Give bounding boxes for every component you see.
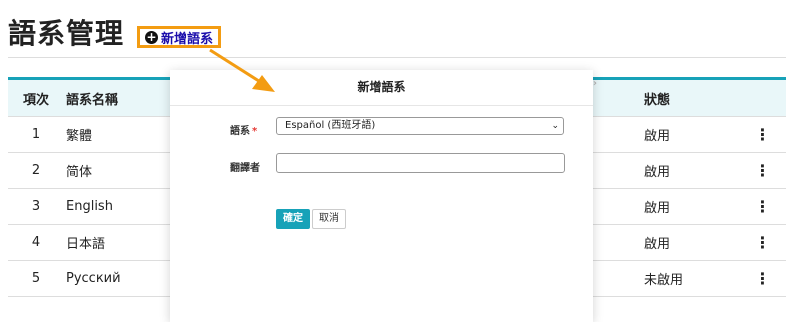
row-status: 啟用 bbox=[644, 188, 739, 225]
row-status: 啟用 bbox=[644, 116, 739, 153]
add-language-modal: 新增語系 › 語系 * Español (西班牙語) ⌄ 翻譯者 確定 取消 bbox=[170, 70, 597, 322]
language-field-label: 語系 * bbox=[230, 122, 257, 137]
close-icon[interactable]: › bbox=[593, 66, 597, 101]
required-mark: * bbox=[252, 126, 258, 137]
modal-header: 新增語系 › bbox=[170, 70, 597, 106]
translator-input[interactable] bbox=[276, 153, 565, 173]
chevron-down-icon: ⌄ bbox=[551, 121, 559, 131]
row-status: 未啟用 bbox=[644, 260, 739, 297]
column-header-index: 項次 bbox=[22, 92, 49, 108]
row-index: 2 bbox=[8, 152, 64, 189]
title-divider bbox=[8, 57, 786, 58]
modal-title: 新增語系 bbox=[357, 80, 406, 94]
kebab-menu-icon[interactable]: ⋮ bbox=[755, 125, 771, 144]
kebab-menu-icon[interactable]: ⋮ bbox=[755, 161, 771, 180]
kebab-menu-icon[interactable]: ⋮ bbox=[755, 269, 771, 288]
row-index: 4 bbox=[8, 224, 64, 261]
row-status: 啟用 bbox=[644, 224, 739, 261]
plus-circle-icon: + bbox=[145, 29, 158, 44]
add-language-button[interactable]: + 新增語系 bbox=[137, 26, 222, 48]
confirm-button[interactable]: 確定 bbox=[276, 209, 310, 229]
language-label-text: 語系 bbox=[230, 126, 250, 137]
cancel-button[interactable]: 取消 bbox=[312, 209, 346, 229]
kebab-menu-icon[interactable]: ⋮ bbox=[755, 233, 771, 252]
row-index: 1 bbox=[8, 116, 64, 153]
translator-field-label: 翻譯者 bbox=[230, 163, 260, 174]
kebab-menu-icon[interactable]: ⋮ bbox=[755, 197, 771, 216]
row-index: 3 bbox=[8, 188, 64, 225]
row-index: 5 bbox=[8, 260, 64, 297]
language-select[interactable]: Español (西班牙語) ⌄ bbox=[276, 117, 564, 135]
column-header-status: 狀態 bbox=[644, 92, 671, 108]
language-select-value: Español (西班牙語) bbox=[285, 120, 376, 131]
row-status: 啟用 bbox=[644, 152, 739, 189]
page-title: 語系管理 bbox=[8, 17, 125, 50]
column-header-actions bbox=[739, 79, 786, 117]
add-language-label: 新增語系 bbox=[161, 31, 214, 47]
